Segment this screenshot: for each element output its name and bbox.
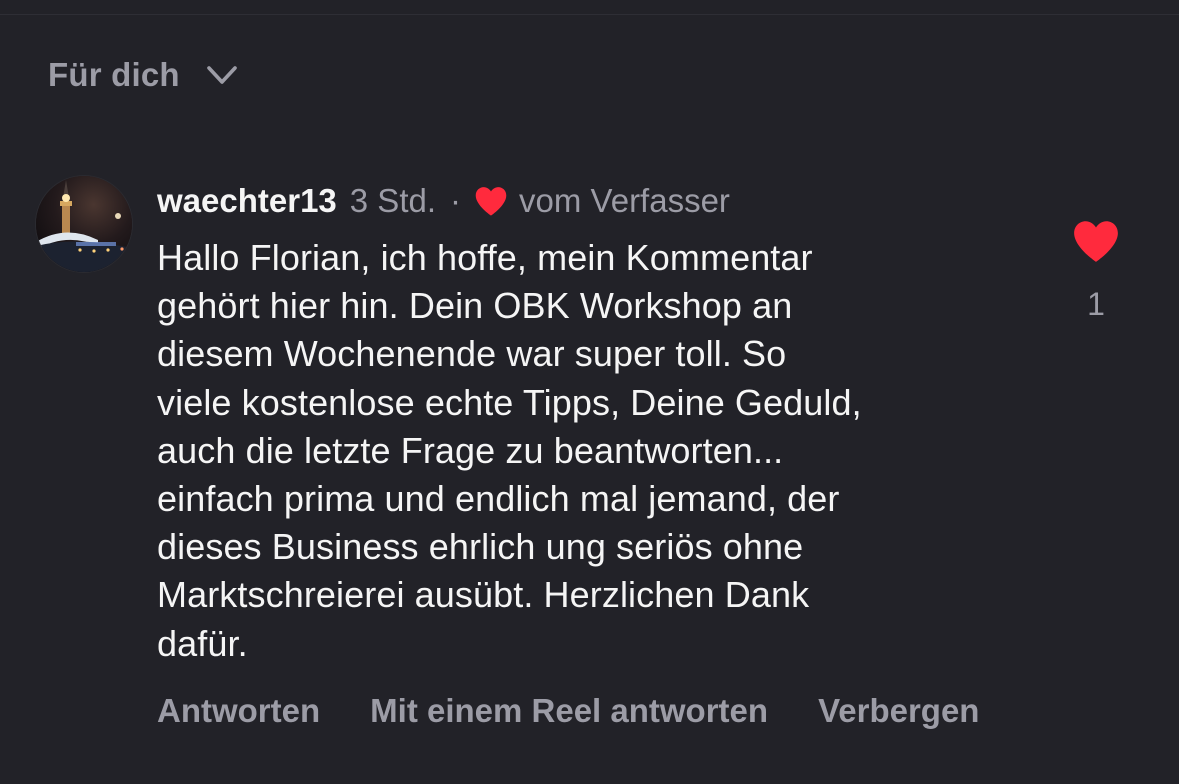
liked-by-author-label: vom Verfasser [519,182,730,219]
chevron-down-icon [206,66,237,84]
reply-button[interactable]: Antworten [157,692,320,730]
comment-text: Hallo Florian, ich hoffe, mein Kommentar… [157,237,862,664]
comment-header: waechter13 3 Std. · vom Verfasser [157,180,730,222]
sort-label: Für dich [48,56,180,93]
avatar[interactable] [36,176,132,272]
heart-icon [475,187,507,216]
like-control: 1 [1063,218,1129,323]
timestamp: 3 Std. [349,182,437,219]
comments-panel: Für dich waechter13 3 Std. · vom Verfass… [0,0,1179,784]
separator-dot: · [450,182,462,219]
reel-reply-button[interactable]: Mit einem Reel antworten [370,692,768,730]
like-count: 1 [1087,286,1105,322]
username[interactable]: waechter13 [157,182,337,220]
hide-button[interactable]: Verbergen [818,692,979,730]
top-divider [0,14,1179,15]
avatar-image [36,176,132,272]
heart-icon[interactable] [1071,218,1121,264]
comment-actions: Antworten Mit einem Reel antworten Verbe… [157,688,979,734]
sort-dropdown[interactable]: Für dich [48,52,238,98]
